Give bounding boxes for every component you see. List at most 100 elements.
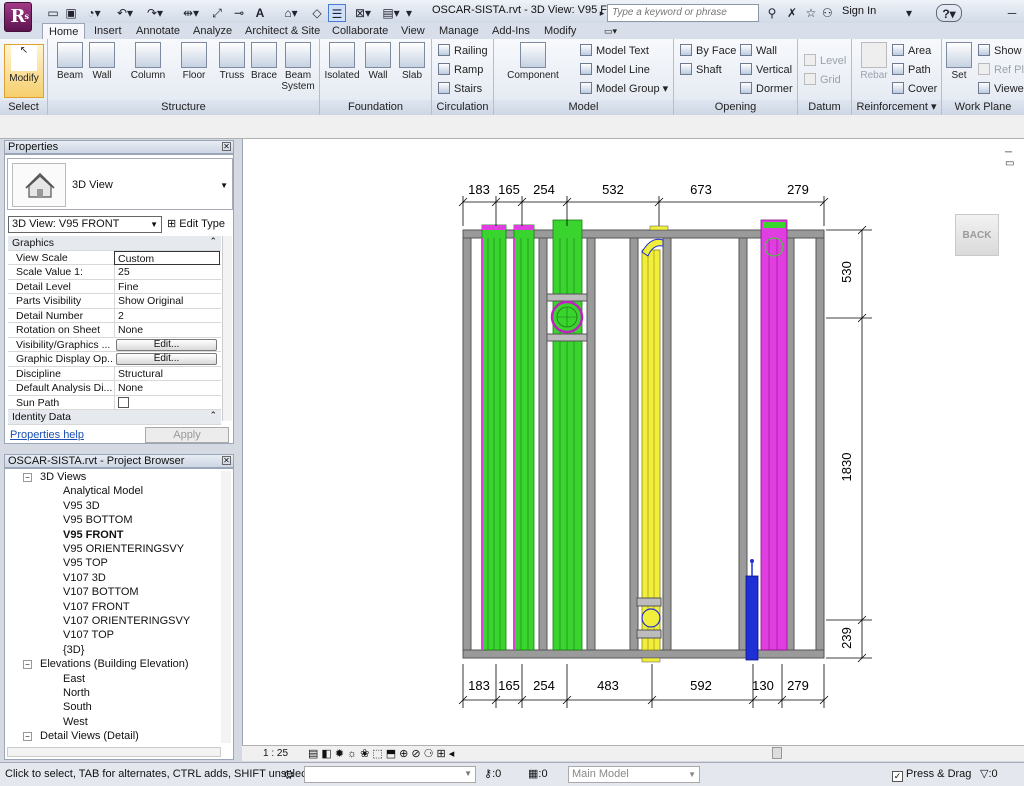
show-crop-icon[interactable]: ⬒ — [386, 748, 399, 760]
browser-view-item[interactable]: West — [63, 716, 88, 728]
edit-type-button[interactable]: ⊞ Edit Type — [167, 217, 225, 230]
collapse-toggle-icon[interactable]: − — [23, 473, 32, 482]
collapse-toggle-icon[interactable]: − — [23, 732, 32, 742]
wall-opening-button[interactable]: Wall — [740, 43, 777, 59]
favorites-star-icon[interactable]: ☆ — [804, 4, 818, 22]
dimension-label-bottom[interactable]: 165 — [498, 678, 520, 693]
property-row[interactable]: Detail Number 2 — [8, 308, 221, 323]
property-row[interactable]: Default Analysis Di... None — [8, 381, 221, 396]
ref-plane-button[interactable]: Ref Pla — [978, 62, 1024, 78]
floor-button[interactable]: Floor — [174, 42, 214, 81]
sun-path-icon[interactable]: ✹ — [335, 748, 347, 760]
panel-structure-label[interactable]: Structure — [48, 100, 319, 115]
press-drag-toggle[interactable]: ✓ Press & Drag — [892, 768, 971, 782]
viewcube[interactable]: BACK — [955, 214, 999, 256]
tab-manage[interactable]: Manage — [433, 23, 485, 39]
horizontal-scroll-thumb[interactable] — [772, 747, 782, 759]
tab-add-ins[interactable]: Add-Ins — [486, 23, 536, 39]
group-identity-data[interactable]: Identity Data ⌃ — [8, 410, 221, 425]
by-face-button[interactable]: By Face — [680, 43, 736, 59]
render-icon[interactable]: ❀ — [360, 748, 372, 760]
level-button[interactable]: Level — [804, 53, 846, 69]
browser-view-item[interactable]: North — [63, 687, 90, 699]
text-icon[interactable]: A — [254, 4, 266, 22]
browser-scrollbar[interactable] — [221, 471, 231, 743]
tab-analyze[interactable]: Analyze — [187, 23, 238, 39]
component-button[interactable]: Component — [502, 42, 564, 81]
customize-qat-icon[interactable]: ▾ — [404, 4, 414, 22]
browser-view-item[interactable]: V95 TOP — [63, 557, 108, 569]
shaft-button[interactable]: Shaft — [680, 62, 722, 78]
apply-button[interactable]: Apply — [145, 427, 229, 443]
browser-view-item[interactable]: V95 3D — [63, 500, 100, 512]
beam-system-button[interactable]: Beam System — [278, 42, 318, 92]
group-graphics[interactable]: Graphics ⌃ — [8, 236, 221, 251]
sun-path-checkbox[interactable] — [118, 396, 129, 408]
property-row[interactable]: View Scale Custom — [8, 250, 221, 265]
property-row[interactable]: Rotation on Sheet None — [8, 323, 221, 338]
dimension-label-bottom[interactable]: 183 — [468, 678, 490, 693]
drawing-area[interactable]: 183 165 254 532 673 279 183 165 254 483 592 130 279 5… — [242, 139, 1024, 745]
modify-button[interactable]: ↖ Modify — [4, 44, 44, 98]
dimension-label-bottom[interactable]: 592 — [690, 678, 712, 693]
elevation-drawing[interactable]: 183 165 254 532 673 279 183 165 254 483 592 130 279 5… — [243, 139, 1024, 745]
grid-button[interactable]: Grid — [804, 72, 841, 88]
cover-button[interactable]: Cover — [892, 81, 937, 97]
show-work-plane-button[interactable]: Show — [978, 43, 1022, 59]
dimension-label-top[interactable]: 673 — [690, 182, 712, 197]
browser-view-item[interactable]: Analytical Model — [63, 485, 143, 497]
detail-level-icon[interactable]: ▤ — [308, 748, 321, 760]
window-restore-icon[interactable]: ─ ▭ — [1005, 147, 1024, 169]
property-row[interactable]: Detail Level Fine — [8, 279, 221, 294]
tab-modify[interactable]: Modify — [538, 23, 582, 39]
browser-view-item[interactable]: V107 TOP — [63, 629, 114, 641]
ramp-button[interactable]: Ramp — [438, 62, 483, 78]
subscription-icon[interactable]: ✗ — [784, 4, 800, 22]
ribbon-minimize-icon[interactable]: ▭▾ — [598, 23, 623, 39]
viewer-button[interactable]: Viewe — [978, 81, 1024, 97]
dimension-label-right[interactable]: 530 — [839, 261, 854, 283]
browser-view-item[interactable]: V107 3D — [63, 572, 106, 584]
sign-in-button[interactable]: Sign In — [842, 5, 876, 17]
browser-view-item[interactable]: V107 ORIENTERINGSVY — [63, 615, 190, 627]
binoculars-icon[interactable]: ⚲ — [764, 4, 780, 22]
type-selector[interactable]: 3D View ▼ — [7, 158, 233, 210]
dimension-label-top[interactable]: 165 — [498, 182, 520, 197]
set-work-plane-button[interactable]: Set — [942, 42, 976, 81]
column-button[interactable]: Column — [126, 42, 170, 81]
scroll-left-icon[interactable]: ◂ — [449, 748, 458, 760]
model-group-button[interactable]: Model Group ▾ — [580, 81, 668, 97]
tab-architect-site[interactable]: Architect & Site — [239, 23, 326, 39]
tab-home[interactable]: Home — [42, 23, 86, 39]
browser-view-item[interactable]: East — [63, 673, 85, 685]
dimension-label-bottom[interactable]: 254 — [533, 678, 555, 693]
section-icon[interactable]: ◇ — [310, 4, 324, 22]
visibility-graphics-edit-button[interactable]: Edit... — [116, 338, 217, 351]
search-input[interactable]: Type a keyword or phrase — [607, 4, 759, 22]
property-row[interactable]: Discipline Structural — [8, 366, 221, 381]
measure-icon[interactable]: ⇹▾ — [180, 4, 202, 22]
browser-category[interactable]: − Detail Views (Detail) — [23, 730, 139, 742]
design-options-indicator[interactable]: ▦:0 — [528, 767, 548, 780]
vertical-opening-button[interactable]: Vertical — [740, 62, 792, 78]
model-text-button[interactable]: Model Text — [580, 43, 649, 59]
analytical-model-icon[interactable]: ⊞ — [436, 748, 448, 760]
lock-3d-icon[interactable]: ⊕ — [399, 748, 411, 760]
area-reinforcement-button[interactable]: Area — [892, 43, 931, 59]
close-icon[interactable]: ✕ — [222, 142, 231, 151]
tag-icon[interactable]: ⊸ — [232, 4, 246, 22]
redo-icon[interactable]: ↷▾ — [144, 4, 166, 22]
crop-view-icon[interactable]: ⬚ — [372, 748, 385, 760]
save-icon[interactable]: ▣ — [64, 4, 78, 22]
thin-lines-icon[interactable]: ☰ — [328, 4, 346, 22]
panel-select-label[interactable]: Select — [0, 100, 47, 115]
dimension-label-top[interactable]: 532 — [602, 182, 624, 197]
browser-category[interactable]: −3D Views — [23, 471, 86, 483]
sign-in-dropdown-icon[interactable]: ▾ — [904, 4, 914, 22]
dimension-label-bottom[interactable]: 483 — [597, 678, 619, 693]
browser-view-item[interactable]: South — [63, 701, 92, 713]
isolated-foundation-button[interactable]: Isolated — [322, 42, 362, 81]
3d-view-icon[interactable]: ⌂▾ — [280, 4, 302, 22]
application-menu-button[interactable]: Rs — [4, 2, 32, 32]
reveal-hidden-icon[interactable]: ⚆ — [424, 748, 437, 760]
